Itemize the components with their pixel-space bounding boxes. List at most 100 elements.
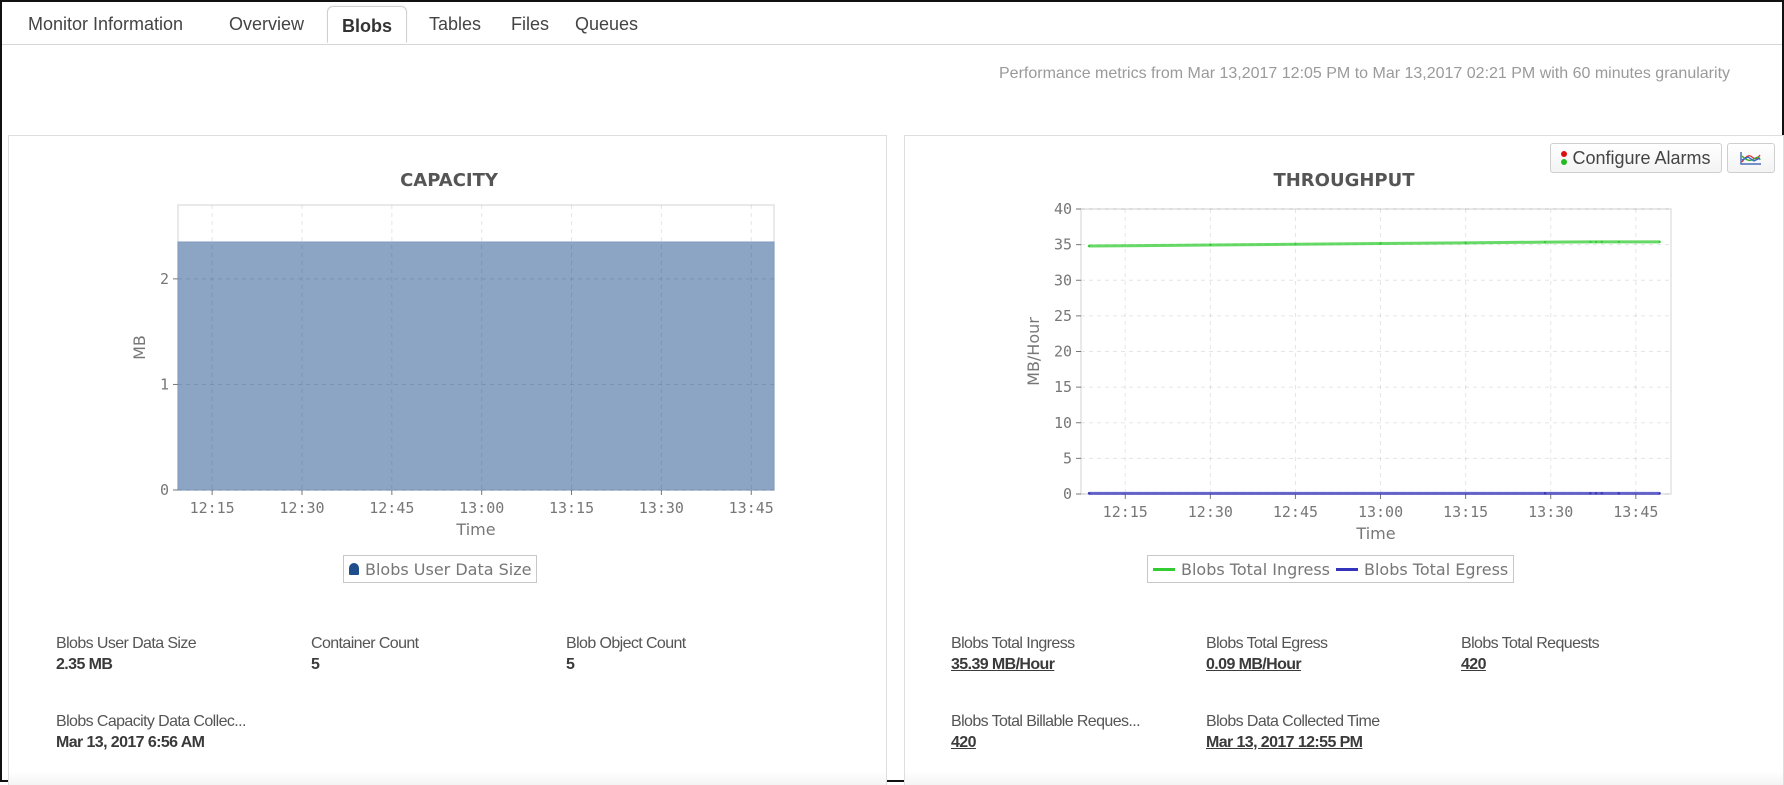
chart-type-button[interactable] — [1727, 143, 1775, 173]
stat-value-link[interactable]: 420 — [1461, 656, 1701, 674]
traffic-light-icon — [1561, 150, 1568, 166]
x-axis-label: Time — [1355, 524, 1395, 543]
stat-container-count: Container Count 5 — [311, 635, 551, 674]
data-point — [1594, 492, 1598, 495]
data-point — [1087, 492, 1091, 495]
stat-value-link[interactable]: 0.09 MB/Hour — [1206, 656, 1446, 674]
capacity-chart-title: CAPACITY — [400, 170, 498, 191]
data-point — [1379, 242, 1382, 245]
tab-tables[interactable]: Tables — [429, 11, 481, 43]
data-point — [1617, 240, 1621, 244]
x-tick-label: 13:30 — [639, 499, 684, 517]
x-axis-label: Time — [455, 520, 495, 539]
x-tick-label: 13:15 — [1443, 503, 1488, 521]
stat-value-link[interactable]: 420 — [951, 734, 1191, 752]
x-tick-label: 13:00 — [459, 499, 504, 517]
y-axis-label: MB/Hour — [1024, 317, 1043, 386]
x-tick-label: 13:45 — [729, 499, 774, 517]
stat-label: Blobs Capacity Data Collec... — [56, 713, 246, 730]
stat-value: 2.35 MB — [56, 656, 113, 673]
stat-value-link[interactable]: Mar 13, 2017 12:55 PM — [1206, 734, 1446, 752]
stat-value: Mar 13, 2017 6:56 AM — [56, 734, 205, 751]
stat-value-link[interactable]: 35.39 MB/Hour — [951, 656, 1191, 674]
stat-label: Blobs Total Requests — [1461, 635, 1600, 652]
x-tick-label: 12:15 — [190, 499, 235, 517]
y-tick-label: 2 — [160, 270, 169, 288]
configure-alarms-button[interactable]: Configure Alarms — [1550, 143, 1722, 173]
stat-value: 5 — [311, 656, 320, 673]
data-point — [1600, 492, 1603, 495]
y-tick-label: 0 — [1063, 485, 1072, 503]
data-point — [1087, 244, 1091, 248]
stat-label: Blob Object Count — [566, 635, 686, 652]
stat-capacity-collected-time: Blobs Capacity Data Collec... Mar 13, 20… — [56, 713, 296, 752]
x-tick-label: 13:30 — [1528, 503, 1573, 521]
stat-total-billable-requests: Blobs Total Billable Reques... 420 — [951, 713, 1191, 752]
legend-ingress-line-icon — [1153, 567, 1175, 571]
data-point — [1594, 240, 1598, 244]
stat-label: Blobs User Data Size — [56, 635, 197, 652]
stat-total-requests: Blobs Total Requests 420 — [1461, 635, 1701, 674]
legend-label-egress: Blobs Total Egress — [1364, 559, 1509, 579]
y-tick-label: 40 — [1054, 200, 1072, 218]
data-point — [1209, 243, 1212, 247]
x-tick-label: 12:45 — [369, 499, 414, 517]
x-tick-label: 12:30 — [279, 499, 324, 517]
data-point — [1589, 492, 1592, 495]
legend-egress-line-icon — [1336, 567, 1358, 571]
tab-files[interactable]: Files — [511, 11, 549, 43]
y-tick-label: 0 — [160, 481, 169, 499]
tab-blobs[interactable]: Blobs — [327, 6, 407, 43]
legend-area-icon — [349, 563, 359, 575]
data-point — [1294, 243, 1297, 246]
stat-label: Blobs Total Egress — [1206, 635, 1328, 652]
stat-value: 5 — [566, 656, 575, 673]
tab-queues[interactable]: Queues — [575, 11, 638, 43]
x-tick-label: 12:30 — [1188, 503, 1233, 521]
stat-label: Container Count — [311, 635, 419, 652]
y-tick-label: 15 — [1054, 378, 1072, 396]
tab-overview[interactable]: Overview — [229, 11, 304, 43]
y-tick-label: 30 — [1054, 271, 1072, 289]
y-tick-label: 25 — [1054, 307, 1072, 325]
tab-bar: Monitor Information Overview Blobs Table… — [2, 2, 1782, 45]
configure-alarms-label: Configure Alarms — [1572, 147, 1711, 168]
stat-total-egress: Blobs Total Egress 0.09 MB/Hour — [1206, 635, 1446, 674]
panel-footer — [9, 771, 886, 785]
data-point — [1658, 492, 1661, 495]
data-point — [1658, 240, 1661, 244]
y-tick-label: 35 — [1054, 236, 1072, 254]
capacity-chart: 12:15 12:30 12:45 13:00 13:15 13:30 13:45 0 1 2 Ti… — [130, 204, 775, 539]
stat-data-collected-time: Blobs Data Collected Time Mar 13, 2017 1… — [1206, 713, 1446, 752]
stat-total-ingress: Blobs Total Ingress 35.39 MB/Hour — [951, 635, 1191, 674]
stat-blob-object-count: Blob Object Count 5 — [566, 635, 806, 674]
y-tick-label: 5 — [1063, 449, 1072, 467]
data-point — [1617, 492, 1621, 495]
capacity-legend[interactable]: Blobs User Data Size — [343, 555, 538, 583]
y-tick-label: 20 — [1054, 343, 1072, 361]
data-point — [1589, 240, 1592, 244]
panel-footer — [905, 771, 1783, 785]
performance-metrics-note: Performance metrics from Mar 13,2017 12:… — [999, 65, 1731, 82]
legend-label-ingress: Blobs Total Ingress — [1181, 559, 1330, 579]
data-point — [1543, 492, 1547, 495]
y-tick-label: 10 — [1054, 414, 1072, 432]
y-tick-label: 1 — [160, 375, 169, 393]
data-point — [1600, 240, 1603, 244]
stat-user-data-size: Blobs User Data Size 2.35 MB — [56, 635, 296, 674]
data-point — [1543, 240, 1547, 244]
x-tick-label: 13:45 — [1613, 503, 1658, 521]
throughput-chart-title: THROUGHPUT — [1273, 170, 1415, 191]
line-chart-icon — [1740, 152, 1761, 165]
stat-label: Blobs Data Collected Time — [1206, 713, 1380, 730]
x-tick-label: 13:15 — [549, 499, 594, 517]
x-tick-label: 12:15 — [1103, 503, 1148, 521]
stat-label: Blobs Total Billable Reques... — [951, 713, 1141, 730]
throughput-legend[interactable]: Blobs Total Ingress Blobs Total Egress — [1147, 555, 1515, 583]
throughput-chart: 12:15 12:30 12:45 13:00 13:15 13:30 13:45 0 5 10 1… — [1024, 200, 1672, 543]
legend-label-user-data-size: Blobs User Data Size — [365, 559, 532, 579]
x-tick-label: 12:45 — [1273, 503, 1318, 521]
stat-label: Blobs Total Ingress — [951, 635, 1075, 652]
tab-monitor-information[interactable]: Monitor Information — [28, 11, 183, 43]
data-point — [1464, 241, 1467, 245]
